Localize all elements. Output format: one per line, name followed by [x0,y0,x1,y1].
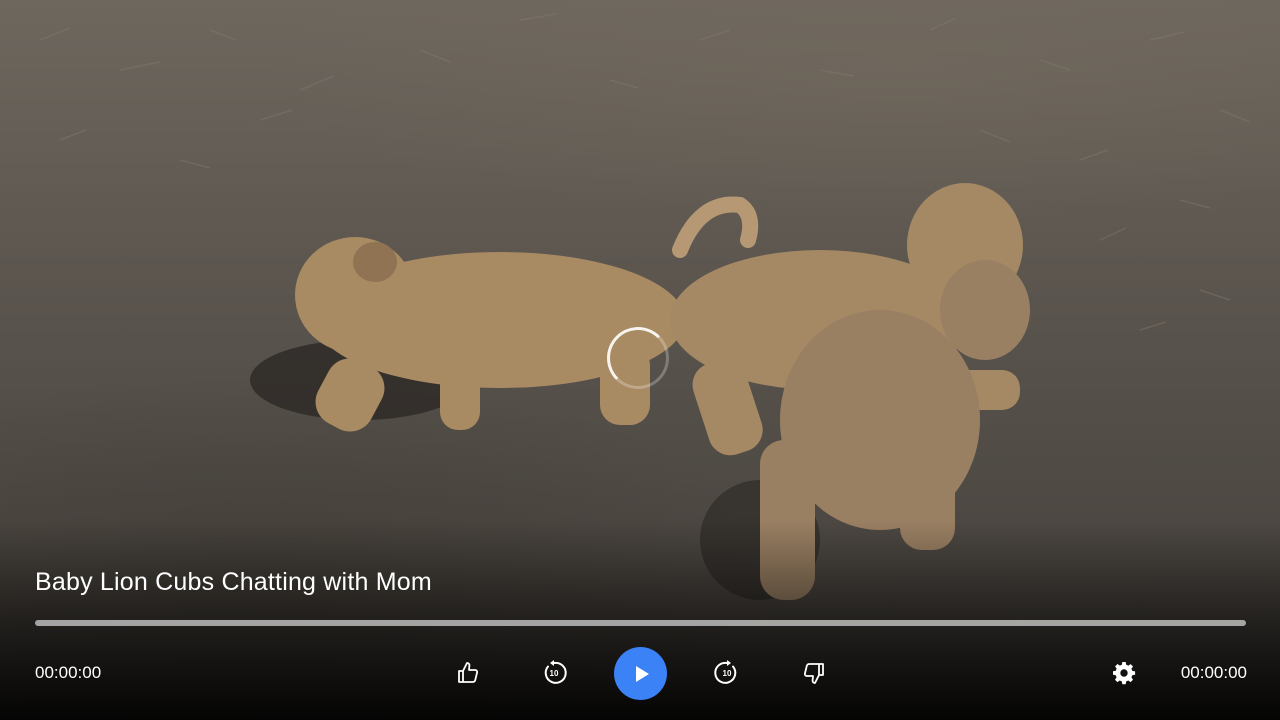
rewind-10-button[interactable]: 10 [538,657,570,689]
play-icon [635,665,649,682]
video-title: Baby Lion Cubs Chatting with Mom [35,568,432,596]
play-button[interactable] [614,647,667,700]
video-player[interactable]: Baby Lion Cubs Chatting with Mom 00:00:0… [0,0,1280,720]
forward-seconds-label: 10 [722,669,732,679]
thumbs-down-icon [803,663,824,684]
thumbs-up-icon [458,662,479,683]
settings-button[interactable] [1108,657,1140,689]
gear-icon [1113,662,1136,685]
rewind-seconds-label: 10 [549,669,559,679]
total-time: 00:00:00 [1180,663,1247,682]
forward-10-button[interactable]: 10 [711,657,743,689]
dislike-button[interactable] [798,657,830,689]
loading-spinner [607,327,669,389]
current-time: 00:00:00 [35,663,102,682]
like-button[interactable] [452,657,484,689]
progress-bar[interactable] [35,620,1246,626]
